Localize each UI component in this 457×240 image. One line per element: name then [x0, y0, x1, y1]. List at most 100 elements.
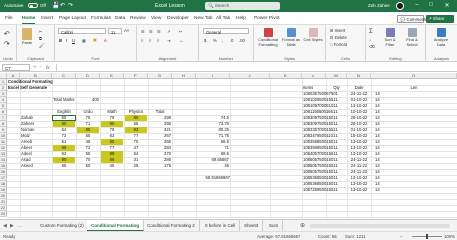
- align-right-icon[interactable]: ≡: [157, 38, 159, 43]
- sheet-tab-conditional-formating-2[interactable]: Conditional Formating 2: [143, 220, 200, 231]
- row-header[interactable]: 23: [0, 211, 7, 217]
- sheet-tab-custom-formating-2[interactable]: Custom Formating (2): [36, 220, 89, 231]
- column-header-l[interactable]: L: [302, 73, 326, 79]
- borders-icon[interactable]: ▦: [82, 38, 86, 43]
- share-button[interactable]: ↗ Share: [426, 15, 454, 23]
- decrease-decimal-icon[interactable]: .00: [239, 38, 245, 43]
- comments-button[interactable]: 💬 Comments: [397, 15, 427, 23]
- column-header-f[interactable]: F: [124, 73, 148, 79]
- sheet-tab-sheet3[interactable]: Sheet3: [240, 220, 264, 231]
- copy-icon[interactable]: ⧉: [39, 36, 42, 41]
- tab-developer[interactable]: Developer: [167, 16, 189, 21]
- italic-icon[interactable]: I: [66, 38, 67, 43]
- tab-help[interactable]: Help: [236, 16, 246, 21]
- column-header-g[interactable]: G: [148, 73, 172, 79]
- tab-all-tab[interactable]: All Tab: [216, 16, 230, 21]
- horizontal-scrollbar[interactable]: [310, 224, 450, 228]
- column-header-k[interactable]: K: [270, 73, 302, 79]
- redo-icon[interactable]: ↷: [68, 2, 73, 9]
- column-header-e[interactable]: E: [100, 73, 124, 79]
- close-icon[interactable]: ✕: [442, 2, 452, 9]
- avatar[interactable]: [396, 2, 404, 10]
- column-header-o[interactable]: O: [371, 73, 457, 79]
- conditional-formatting-button[interactable]: Conditional Formatting: [256, 28, 280, 47]
- more-sheets-icon[interactable]: …: [17, 223, 22, 229]
- find-select-button[interactable]: Find & Select: [402, 28, 422, 47]
- sheet-tab-sum[interactable]: Sum: [265, 220, 284, 231]
- clear-icon[interactable]: ⌫: [369, 44, 375, 49]
- autosave-toggle[interactable]: [28, 3, 38, 8]
- indent-icon[interactable]: ⇥: [167, 38, 171, 43]
- tab-page-layout[interactable]: Page Layout: [59, 16, 86, 21]
- insert-button[interactable]: ⊞ Insert: [330, 28, 345, 33]
- tab-new-tab[interactable]: New Tab: [194, 16, 213, 21]
- column-header-i[interactable]: I: [196, 73, 230, 79]
- autosum-icon[interactable]: Σ: [369, 29, 373, 35]
- active-cell[interactable]: [52, 115, 76, 121]
- prev-sheet-icon[interactable]: ◀: [3, 223, 7, 229]
- undo-icon[interactable]: ↶: [60, 2, 65, 9]
- wrap-text-icon[interactable]: ↩: [179, 29, 183, 34]
- number-format-select[interactable]: General: [203, 28, 249, 35]
- currency-icon[interactable]: $: [204, 38, 206, 43]
- align-top-icon[interactable]: ☰: [141, 29, 145, 34]
- sort-filter-button[interactable]: Sort & Filter: [380, 28, 400, 47]
- bold-icon[interactable]: B: [59, 38, 62, 43]
- cell-styles-button[interactable]: Cell Styles: [303, 28, 323, 43]
- restore-icon[interactable]: □: [426, 2, 436, 8]
- font-name-select[interactable]: Calibri: [58, 28, 106, 35]
- zoom-out-icon[interactable]: –: [400, 234, 402, 239]
- format-as-table-button[interactable]: Format as Table: [281, 28, 301, 47]
- tab-data[interactable]: Data: [115, 16, 125, 21]
- enter-icon[interactable]: ✓: [39, 64, 43, 69]
- formula-input[interactable]: [56, 64, 454, 71]
- analyze-data-button[interactable]: Analyze Data: [430, 28, 452, 47]
- tab-file[interactable]: File: [5, 16, 13, 21]
- align-center-icon[interactable]: ≡: [149, 38, 151, 43]
- column-header-n[interactable]: N: [347, 73, 371, 79]
- search-box[interactable]: 🔍 Search: [205, 2, 280, 10]
- delete-button[interactable]: ⊟ Delete: [330, 35, 347, 40]
- format-painter-icon[interactable]: 🖌: [39, 43, 44, 49]
- next-sheet-icon[interactable]: ▶: [10, 223, 14, 229]
- ribbon-undo-icon[interactable]: ↶: [4, 30, 10, 38]
- column-header-m[interactable]: M: [326, 73, 347, 79]
- increase-decimal-icon[interactable]: .0: [230, 38, 234, 43]
- underline-icon[interactable]: U: [72, 38, 75, 43]
- tab-power-pivot[interactable]: Power Pivot: [254, 16, 280, 21]
- fill-icon[interactable]: ↓: [369, 37, 371, 42]
- tab-home[interactable]: Home: [22, 16, 36, 24]
- tab-view[interactable]: View: [151, 16, 161, 21]
- merge-center-icon[interactable]: ↔: [179, 38, 183, 43]
- align-bottom-icon[interactable]: ☰: [157, 29, 161, 34]
- ribbon-redo-icon[interactable]: ↷: [4, 40, 10, 48]
- tab-review[interactable]: Review: [130, 16, 146, 21]
- column-header-j[interactable]: J: [230, 73, 270, 79]
- format-button[interactable]: □ Format: [330, 42, 347, 47]
- orientation-icon[interactable]: ↗: [167, 29, 171, 34]
- sheet-tab-conditional-formating[interactable]: Conditional Formating: [87, 220, 144, 231]
- fx-icon[interactable]: fx: [46, 65, 50, 70]
- tab-insert[interactable]: Insert: [41, 16, 53, 21]
- minimize-icon[interactable]: –: [412, 2, 422, 8]
- save-icon[interactable]: 💾: [52, 2, 59, 9]
- percent-icon[interactable]: %: [213, 38, 217, 43]
- align-left-icon[interactable]: ≡: [141, 38, 143, 43]
- column-header-h[interactable]: H: [172, 73, 196, 79]
- fill-color-icon[interactable]: ▣: [93, 37, 97, 42]
- zoom-slider[interactable]: [412, 234, 442, 239]
- worksheet-grid[interactable]: A B C D E F G H I J K L M N O 1 2 3 4 5 6 7 8 9 10 11 12 13 14 15 16 17…: [0, 73, 457, 219]
- cut-icon[interactable]: ✂: [39, 29, 43, 34]
- zoom-level[interactable]: 100%: [444, 234, 455, 239]
- comma-style-icon[interactable]: ,: [222, 38, 223, 43]
- sheet-tab-0-before-in-cell[interactable]: 0 before in Cell: [201, 220, 241, 231]
- name-box[interactable]: C7: [2, 64, 30, 71]
- grow-font-icon[interactable]: A˄: [124, 28, 129, 33]
- add-sheet-icon[interactable]: ⊕: [300, 222, 305, 229]
- font-color-icon[interactable]: A: [104, 38, 107, 43]
- paste-button[interactable]: Paste: [20, 28, 34, 46]
- align-middle-icon[interactable]: ☰: [149, 29, 153, 34]
- font-size-select[interactable]: 11: [108, 28, 122, 35]
- tab-formulas[interactable]: Formulas: [91, 16, 111, 21]
- cancel-icon[interactable]: ✕: [33, 64, 37, 69]
